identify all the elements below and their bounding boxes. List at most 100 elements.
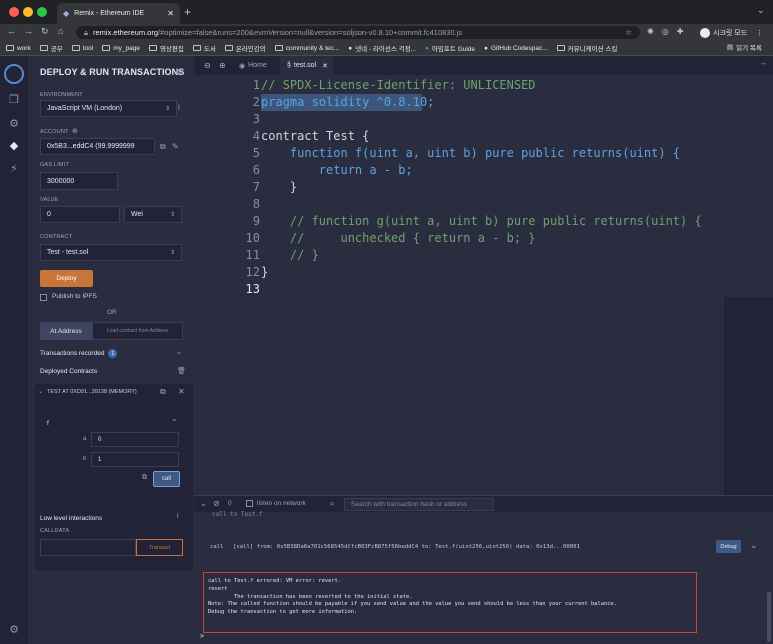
puzzle-icon[interactable]: ✚	[677, 27, 684, 36]
debug-button[interactable]: Debug	[716, 540, 741, 553]
tab-home[interactable]: ◉ Home	[239, 56, 267, 75]
browser-tab-title: Remix - Ethereum IDE	[74, 10, 145, 17]
close-tab-icon[interactable]: ✕	[167, 9, 174, 18]
settings-gear-icon[interactable]: ⚙︎	[7, 623, 21, 637]
bookmark-item[interactable]: 공부	[39, 43, 63, 53]
copy-icon[interactable]: ⧉	[160, 387, 166, 397]
star-icon[interactable]: ☆	[625, 28, 632, 37]
environment-label: ENVIRONMENT	[40, 92, 83, 98]
deploy-button[interactable]: Deploy	[40, 270, 93, 287]
add-account-icon[interactable]: ⊕	[72, 127, 78, 135]
transact-button[interactable]: Transact	[136, 539, 183, 556]
value-unit-select[interactable]: Wei ⇕	[124, 206, 182, 223]
environment-select[interactable]: JavaScript VM (London) ⇕	[40, 100, 177, 117]
gas-limit-label: GAS LIMIT	[40, 162, 69, 168]
bookmark-item[interactable]: 온라인강의	[224, 43, 266, 53]
publish-ipfs-checkbox[interactable]	[40, 294, 47, 301]
terminal-search-input[interactable]: Search with transaction hash or address	[344, 498, 494, 511]
code-line: // unchecked { return a - b; }	[261, 231, 536, 245]
forward-button[interactable]: →	[24, 26, 33, 36]
chevron-down-icon[interactable]: ⌄	[176, 348, 182, 356]
zoom-in-icon[interactable]: ⊕	[219, 61, 226, 70]
folder-icon	[6, 45, 14, 51]
error-line: Debug the transaction to get more inform…	[208, 609, 358, 616]
calldata-input[interactable]	[40, 539, 136, 556]
extension-icon[interactable]: ✺	[647, 27, 654, 36]
truncated-log-line: call to Test.f	[212, 511, 263, 518]
bookmark-item[interactable]: 커뮤니케이션 스킬	[556, 43, 617, 53]
close-tab-icon[interactable]: ✕	[322, 62, 328, 70]
bookmark-item[interactable]: ● GitHub Codespac...	[484, 45, 548, 52]
terminal-scrollbar[interactable]	[767, 592, 771, 642]
incognito-indicator[interactable]: 시크릿 모드 ⋮	[700, 26, 763, 39]
docs-icon[interactable]: ▤	[176, 67, 184, 76]
minimize-window-button[interactable]	[23, 7, 33, 17]
bookmark-item[interactable]: 도서	[192, 43, 216, 53]
trash-icon[interactable]: 🗑︎	[177, 367, 186, 375]
bookmark-item[interactable]: tool	[71, 45, 93, 52]
call-button[interactable]: call	[153, 471, 180, 487]
chevron-down-icon[interactable]: ⌄	[38, 388, 43, 395]
param-a-input[interactable]: 0	[91, 432, 179, 447]
close-instance-icon[interactable]: ✕	[178, 387, 185, 396]
edit-icon[interactable]: ✎	[172, 142, 179, 151]
browser-tab[interactable]: ◆ Remix - Ethereum IDE ✕	[57, 3, 180, 24]
chevron-down-icon[interactable]: ⌄	[750, 540, 758, 551]
bookmark-item[interactable]: my_page	[102, 45, 140, 52]
error-message-box: call to Test.f errored: VM error: revert…	[203, 572, 697, 633]
folder-icon	[274, 45, 283, 51]
at-address-button[interactable]: At Address	[40, 322, 92, 340]
error-line: call to Test.f errored: VM error: revert…	[208, 578, 342, 584]
bookmark-item[interactable]: ● 아임포트 Guide	[425, 43, 475, 54]
chevron-down-icon[interactable]: ⌄	[200, 499, 207, 508]
line-number: 4	[252, 129, 260, 143]
bookmark-item[interactable]: 영상편집	[148, 43, 184, 53]
error-line: revert	[208, 585, 228, 592]
chevron-down-icon[interactable]: ⌄	[757, 5, 765, 16]
home-button[interactable]: ⌂	[58, 26, 63, 36]
bookmark-item[interactable]: ● 넷네 - 라이선스 걱정...	[348, 43, 416, 54]
code-line: }	[261, 265, 269, 279]
gas-limit-input[interactable]: 3000000	[40, 172, 118, 190]
chevron-up-icon[interactable]: ⌃	[171, 418, 178, 427]
contract-select[interactable]: Test - test.sol ⇕	[40, 244, 182, 261]
plugin-manager-icon[interactable]: ⚡︎	[7, 162, 21, 176]
more-menu-icon[interactable]: ⋮	[756, 29, 763, 37]
extension-icon[interactable]: ◎	[662, 27, 669, 36]
bookmark-item[interactable]: community & tec...	[274, 45, 339, 52]
terminal-toolbar: ⌄ ⊘ 0 listen on network ⌕ Search with tr…	[194, 495, 773, 512]
close-window-button[interactable]	[9, 7, 19, 17]
info-icon[interactable]: i	[177, 513, 179, 520]
terminal-prompt[interactable]: >	[200, 632, 204, 640]
deploy-run-icon[interactable]: ◆	[7, 139, 21, 153]
clear-console-icon[interactable]: ⊘	[213, 499, 220, 508]
param-b-input[interactable]: 1	[91, 452, 179, 467]
function-name: f	[47, 420, 49, 427]
listen-network-label: listen on network	[257, 500, 306, 507]
load-address-input[interactable]: Load contract from Address	[92, 322, 183, 340]
reload-button[interactable]: ↻	[41, 26, 49, 37]
copy-calldata-icon[interactable]: ⧉	[142, 474, 147, 482]
line-number: 12	[245, 265, 260, 279]
expand-icon[interactable]: ↔	[760, 60, 767, 67]
remix-logo-icon[interactable]	[4, 64, 24, 84]
copy-icon[interactable]: ⧉	[160, 142, 166, 152]
transactions-recorded-toggle[interactable]: Transactions recorded 1	[40, 349, 118, 358]
back-button[interactable]: ←	[7, 26, 16, 36]
solidity-compiler-icon[interactable]: ⚙︎	[7, 117, 21, 131]
file-explorer-icon[interactable]: ❐	[7, 93, 21, 107]
bookmark-item[interactable]: work	[6, 45, 31, 52]
tab-test-sol[interactable]: § test.sol ✕	[280, 56, 334, 75]
info-icon[interactable]: i	[178, 103, 180, 112]
account-select[interactable]: 0x5B3...eddC4 (99.9999999	[40, 138, 155, 155]
zoom-out-icon[interactable]: ⊖	[204, 61, 211, 70]
code-editor[interactable]: 1 2 3 4 5 6 7 8 9 10 11 12 13 // SPDX-Li…	[194, 75, 773, 495]
line-number: 2	[252, 95, 260, 109]
reading-list-button[interactable]: ▤ 읽기 목록	[727, 42, 762, 52]
value-input[interactable]: 0	[40, 206, 120, 223]
listen-network-checkbox[interactable]	[246, 500, 253, 507]
panel-title: DEPLOY & RUN TRANSACTIONS	[40, 67, 185, 77]
address-bar[interactable]: 🔒︎ remix.ethereum.org/#optimize=false&ru…	[76, 26, 640, 39]
new-tab-button[interactable]: +	[184, 5, 191, 19]
maximize-window-button[interactable]	[37, 7, 47, 17]
